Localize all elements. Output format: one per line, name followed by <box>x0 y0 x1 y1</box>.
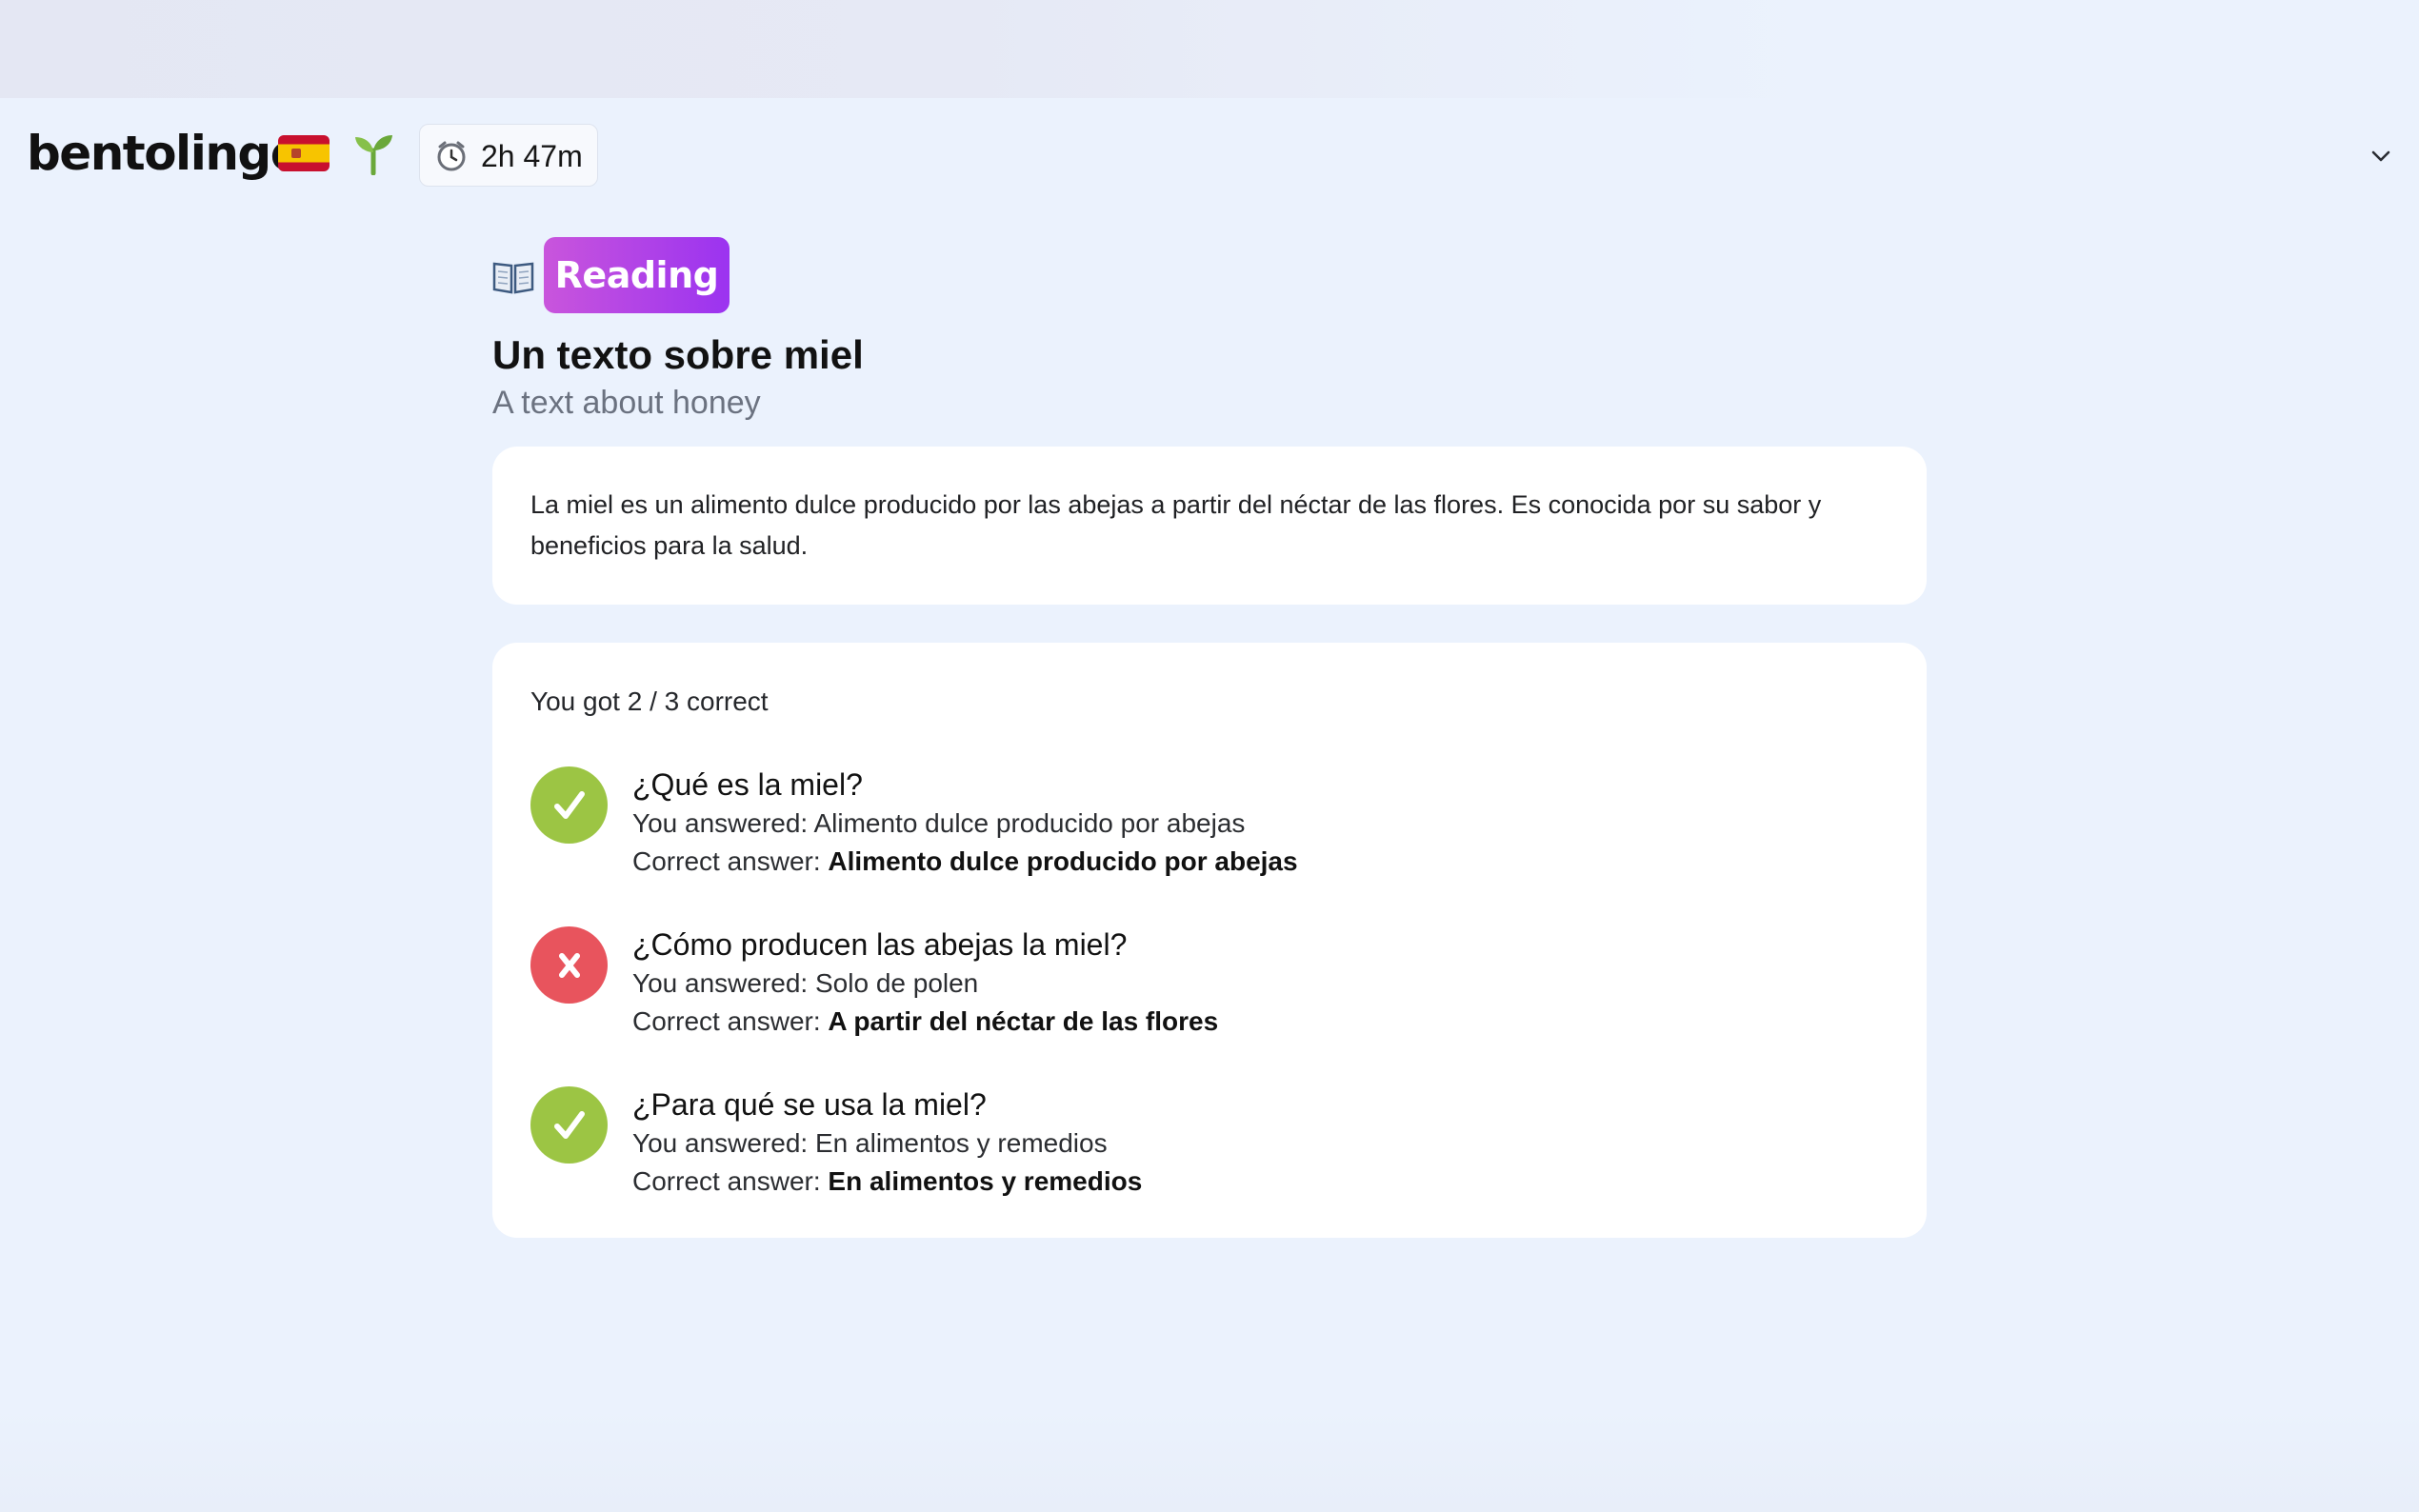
your-answer-label: You answered: <box>632 968 809 998</box>
study-timer[interactable]: 2h 47m <box>419 124 598 187</box>
lesson-title: Un texto sobre miel <box>492 332 864 377</box>
your-answer-value: En alimentos y remedios <box>815 1128 1108 1158</box>
your-answer-label: You answered: <box>632 808 809 838</box>
results-card: You got 2 / 3 correct ¿Qué es la miel? Y… <box>492 643 1927 1238</box>
correct-answer-value: A partir del néctar de las flores <box>828 1006 1219 1036</box>
open-book-icon <box>492 262 534 294</box>
score-summary: You got 2 / 3 correct <box>530 686 769 716</box>
your-answer-line: You answered: En alimentos y remedios <box>632 1124 1142 1163</box>
correct-answer-label: Correct answer: <box>632 1006 821 1036</box>
correct-check-icon <box>530 1086 608 1164</box>
question-text: ¿Cómo producen las abejas la miel? <box>632 927 1128 962</box>
question-result-item: ¿Para qué se usa la miel? You answered: … <box>530 1084 1889 1244</box>
correct-answer-value: En alimentos y remedios <box>828 1166 1143 1196</box>
lesson-type-badge: Reading <box>544 237 730 313</box>
lesson-subtitle: A text about honey <box>492 385 761 421</box>
question-results-list: ¿Qué es la miel? You answered: Alimento … <box>530 765 1889 1244</box>
spain-flag-icon[interactable] <box>278 135 330 171</box>
sprout-icon[interactable] <box>352 131 394 175</box>
question-text: ¿Qué es la miel? <box>632 767 863 802</box>
bottom-shade <box>0 1407 2419 1512</box>
lesson-type-row: Reading <box>492 237 1927 315</box>
correct-answer-line: Correct answer: En alimentos y remedios <box>632 1163 1142 1201</box>
your-answer-label: You answered: <box>632 1128 809 1158</box>
top-shade <box>0 0 2419 98</box>
lesson-content: Reading Un texto sobre miel A text about… <box>492 237 1927 1238</box>
your-answer-value: Solo de polen <box>815 968 979 998</box>
chevron-down-icon[interactable] <box>2368 143 2394 169</box>
correct-answer-label: Correct answer: <box>632 846 821 876</box>
your-answer-line: You answered: Solo de polen <box>632 965 1218 1003</box>
timer-value: 2h 47m <box>481 139 583 173</box>
question-result-item: ¿Cómo producen las abejas la miel? You a… <box>530 925 1889 1084</box>
reading-passage-card: La miel es un alimento dulce producido p… <box>492 447 1927 605</box>
correct-answer-line: Correct answer: A partir del néctar de l… <box>632 1003 1218 1041</box>
incorrect-x-icon <box>530 926 608 1004</box>
app-header: bentolingo 2h 47m <box>0 118 2419 192</box>
correct-check-icon <box>530 766 608 844</box>
correct-answer-label: Correct answer: <box>632 1166 821 1196</box>
your-answer-value: Alimento dulce producido por abejas <box>813 808 1246 838</box>
question-text: ¿Para qué se usa la miel? <box>632 1087 987 1122</box>
correct-answer-value: Alimento dulce producido por abejas <box>828 846 1298 876</box>
correct-answer-line: Correct answer: Alimento dulce producido… <box>632 843 1298 881</box>
alarm-clock-icon <box>437 141 466 171</box>
app-logo[interactable]: bentolingo <box>27 126 303 181</box>
question-result-item: ¿Qué es la miel? You answered: Alimento … <box>530 765 1889 925</box>
reading-passage-text: La miel es un alimento dulce producido p… <box>530 490 1822 560</box>
your-answer-line: You answered: Alimento dulce producido p… <box>632 805 1298 843</box>
